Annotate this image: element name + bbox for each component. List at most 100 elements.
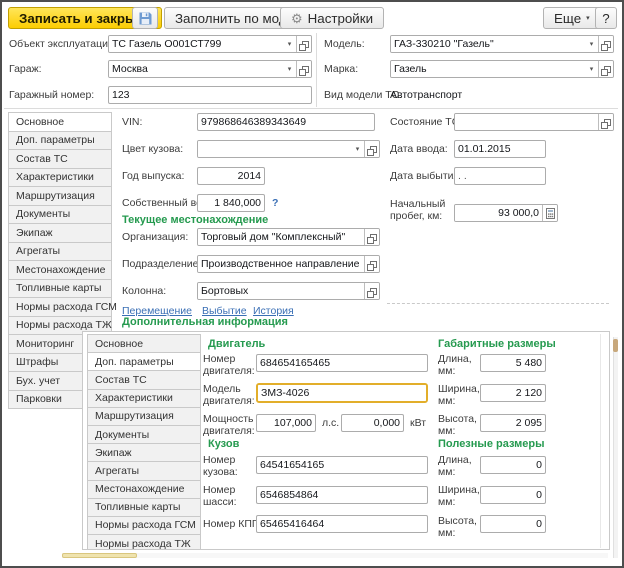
vertical-scrollbar-thumb[interactable] xyxy=(613,339,618,352)
open-icon[interactable] xyxy=(364,283,379,299)
inner-tab-kharakteristiki[interactable]: Характеристики xyxy=(87,389,201,408)
division-field[interactable] xyxy=(197,255,380,273)
horizontal-scrollbar-thumb[interactable] xyxy=(62,553,137,558)
column-field[interactable] xyxy=(197,282,380,300)
chassis-number-input[interactable] xyxy=(256,486,428,504)
gear-icon: ⚙ xyxy=(291,12,303,25)
body-color-field[interactable]: ▾ xyxy=(197,140,380,158)
body-color-input[interactable] xyxy=(198,141,351,157)
overall-width-input[interactable] xyxy=(480,384,546,402)
inner-tab-ekipazh[interactable]: Экипаж xyxy=(87,443,201,462)
brand-input[interactable] xyxy=(391,61,585,77)
inner-scrollbar-track[interactable] xyxy=(600,334,601,548)
gearbox-number-input[interactable] xyxy=(256,515,428,533)
calculator-glyph-icon xyxy=(546,208,555,219)
outer-tab-dop-parametry[interactable]: Доп. параметры xyxy=(8,131,112,151)
date-in-label: Дата ввода: xyxy=(390,143,448,155)
inner-tab-normy-raskhoda-gsm[interactable]: Нормы расхода ГСМ xyxy=(87,516,201,535)
year-input[interactable] xyxy=(197,167,265,185)
outer-tab-normy-raskhoda-gsm[interactable]: Нормы расхода ГСМ xyxy=(8,297,112,317)
state-input[interactable] xyxy=(455,114,598,130)
outer-tab-marshrutizatsiya[interactable]: Маршрутизация xyxy=(8,186,112,206)
open-icon[interactable] xyxy=(364,141,379,157)
model-input[interactable] xyxy=(391,36,585,52)
outer-tab-mestonakhozhdenie[interactable]: Местонахождение xyxy=(8,260,112,280)
dropdown-arrow-icon[interactable]: ▾ xyxy=(351,141,364,157)
open-icon[interactable] xyxy=(598,61,613,77)
horizontal-scrollbar[interactable] xyxy=(62,553,608,558)
dropdown-arrow-icon[interactable]: ▾ xyxy=(585,36,598,52)
object-input[interactable] xyxy=(109,36,283,52)
help-button[interactable]: ? xyxy=(595,7,617,29)
dropdown-arrow-icon[interactable]: ▾ xyxy=(283,36,296,52)
organization-input[interactable] xyxy=(198,229,364,245)
state-field[interactable] xyxy=(454,113,614,131)
brand-field[interactable]: ▾ xyxy=(390,60,614,78)
tab-label: Документы xyxy=(95,429,149,441)
object-field[interactable]: ▾ xyxy=(108,35,312,53)
inner-tab-mestonakhozhdenie[interactable]: Местонахождение xyxy=(87,480,201,499)
outer-tab-sostav-ts[interactable]: Состав ТС xyxy=(8,149,112,169)
save-button[interactable] xyxy=(132,7,158,29)
column-input[interactable] xyxy=(198,283,364,299)
open-icon[interactable] xyxy=(364,229,379,245)
date-out-input[interactable] xyxy=(454,167,546,185)
help-label: ? xyxy=(602,11,609,26)
inner-tab-sostav-ts[interactable]: Состав ТС xyxy=(87,370,201,389)
inner-tab-agregaty[interactable]: Агрегаты xyxy=(87,461,201,480)
inner-tab-dokumenty[interactable]: Документы xyxy=(87,425,201,444)
outer-tab-toplivnye-karty[interactable]: Топливные карты xyxy=(8,279,112,299)
header-divider xyxy=(316,33,317,107)
useful-width-input[interactable] xyxy=(480,486,546,504)
useful-height-input[interactable] xyxy=(480,515,546,533)
vin-label: VIN: xyxy=(122,116,142,128)
settings-button[interactable]: ⚙ Настройки xyxy=(280,7,384,29)
open-icon[interactable] xyxy=(598,114,613,130)
garage-input[interactable] xyxy=(109,61,283,77)
tab-label: Нормы расхода ГСМ xyxy=(95,519,196,531)
tab-label: Штрафы xyxy=(16,356,58,368)
useful-length-input[interactable] xyxy=(480,456,546,474)
garage-label: Гараж: xyxy=(9,63,42,75)
open-icon[interactable] xyxy=(598,36,613,52)
dropdown-arrow-icon[interactable]: ▾ xyxy=(585,61,598,77)
calculator-icon[interactable] xyxy=(542,205,557,221)
engine-power-kw-input[interactable] xyxy=(341,414,404,432)
organization-field[interactable] xyxy=(197,228,380,246)
tab-label: Доп. параметры xyxy=(16,134,95,146)
start-mileage-field[interactable] xyxy=(454,204,558,222)
vertical-scrollbar[interactable] xyxy=(613,337,618,558)
dropdown-arrow-icon[interactable]: ▾ xyxy=(283,61,296,77)
division-input[interactable] xyxy=(198,256,364,272)
inner-tab-osnovnoe[interactable]: Основное xyxy=(87,334,201,353)
outer-tab-osnovnoe[interactable]: Основное xyxy=(8,112,112,132)
start-mileage-input[interactable] xyxy=(455,205,542,221)
inner-tab-normy-raskhoda-tzh[interactable]: Нормы расхода ТЖ xyxy=(87,534,201,550)
engine-number-input[interactable] xyxy=(256,354,428,372)
inner-tab-toplivnye-karty[interactable]: Топливные карты xyxy=(87,498,201,517)
weight-help-link[interactable]: ? xyxy=(272,197,278,209)
engine-power-hp-input[interactable] xyxy=(256,414,316,432)
garage-number-input[interactable] xyxy=(108,86,312,104)
more-button[interactable]: Еще ▾ xyxy=(543,7,601,29)
outer-tab-agregaty[interactable]: Агрегаты xyxy=(8,242,112,262)
open-icon[interactable] xyxy=(296,36,311,52)
overall-height-input[interactable] xyxy=(480,414,546,432)
garage-field[interactable]: ▾ xyxy=(108,60,312,78)
tab-label: Мониторинг xyxy=(16,338,74,350)
engine-model-input[interactable] xyxy=(258,385,426,401)
model-field[interactable]: ▾ xyxy=(390,35,614,53)
body-number-input[interactable] xyxy=(256,456,428,474)
date-in-input[interactable] xyxy=(454,140,546,158)
outer-tab-kharakteristiki[interactable]: Характеристики xyxy=(8,168,112,188)
vin-input[interactable] xyxy=(197,113,375,131)
own-weight-input[interactable] xyxy=(197,194,265,212)
engine-model-field[interactable] xyxy=(256,383,428,403)
inner-tab-dop-parametry[interactable]: Доп. параметры xyxy=(87,352,201,371)
open-icon[interactable] xyxy=(364,256,379,272)
open-icon[interactable] xyxy=(296,61,311,77)
overall-length-input[interactable] xyxy=(480,354,546,372)
outer-tab-ekipazh[interactable]: Экипаж xyxy=(8,223,112,243)
inner-tab-marshrutizatsiya[interactable]: Маршрутизация xyxy=(87,407,201,426)
outer-tab-dokumenty[interactable]: Документы xyxy=(8,205,112,225)
